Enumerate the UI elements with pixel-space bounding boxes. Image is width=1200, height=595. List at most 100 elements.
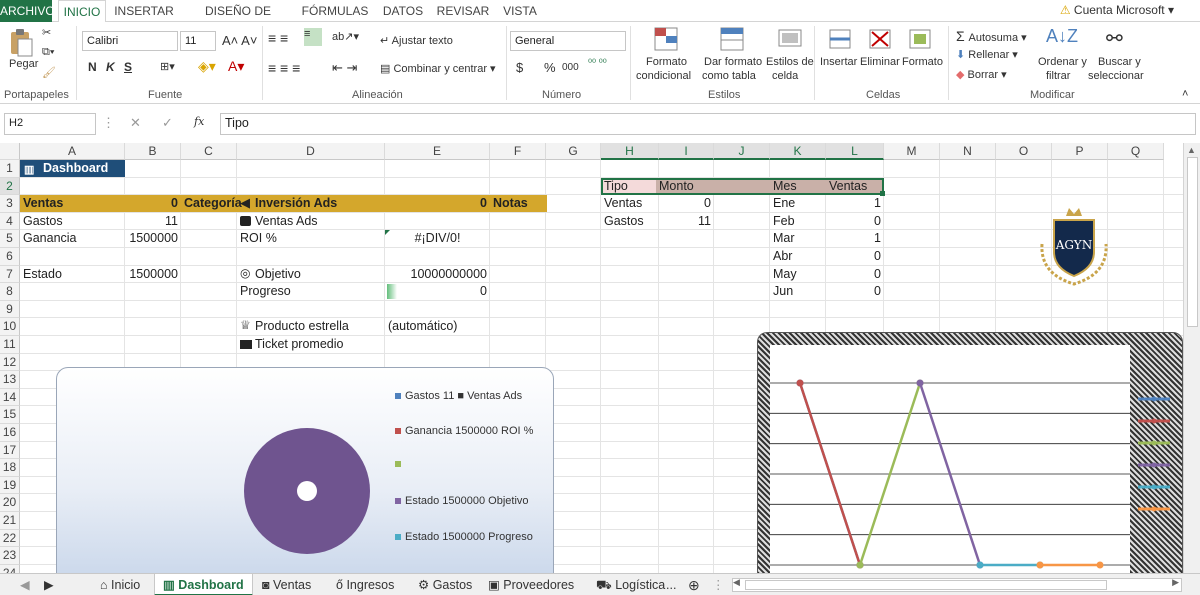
sort-filter-icon[interactable]: A↓Z: [1046, 26, 1078, 47]
pie-legend-item[interactable]: Estado 1500000 Progreso: [395, 531, 533, 543]
series-point[interactable]: [1096, 561, 1104, 569]
cell-styles-line2[interactable]: celda: [772, 70, 798, 82]
inversion-label[interactable]: Inversión Ads: [252, 195, 372, 212]
cell-styles-line1[interactable]: Estilos de: [766, 56, 814, 68]
align-bottom-icon[interactable]: ≡: [304, 28, 322, 46]
roi-value[interactable]: #¡DIV/0!: [385, 230, 490, 247]
cancel-icon[interactable]: ✕: [130, 115, 141, 131]
dashboard-title[interactable]: Dashboard: [21, 160, 125, 177]
progreso-label[interactable]: Progreso: [237, 283, 377, 300]
insert-function-icon[interactable]: fx: [194, 115, 204, 128]
ventas-cell[interactable]: 0: [826, 213, 884, 230]
tab-insertar[interactable]: INSERTAR: [112, 0, 176, 22]
sort-line2[interactable]: filtrar: [1046, 70, 1070, 82]
column-header[interactable]: O: [996, 143, 1052, 160]
line-chart[interactable]: [757, 332, 1183, 573]
mes-cell[interactable]: Abr: [770, 248, 826, 265]
ventas-cell[interactable]: 0: [826, 266, 884, 283]
pie-legend-item[interactable]: Ganancia 1500000 ROI %: [395, 425, 533, 437]
column-header[interactable]: F: [490, 143, 546, 160]
ventas-cell[interactable]: 1: [826, 195, 884, 212]
font-name-select[interactable]: Calibri: [82, 31, 178, 51]
series-point[interactable]: [916, 379, 924, 387]
column-header[interactable]: G: [546, 143, 601, 160]
ventas-header[interactable]: Ventas: [826, 178, 884, 195]
ventas-ads-label[interactable]: Ventas Ads: [252, 213, 382, 230]
row-header[interactable]: 1: [0, 160, 20, 178]
column-header[interactable]: L: [826, 143, 884, 160]
fill-color-icon[interactable]: ◈▾: [198, 58, 216, 75]
tipo-cell[interactable]: Ventas: [601, 195, 656, 212]
objetivo-value[interactable]: 10000000000: [385, 266, 490, 283]
worksheet[interactable]: A B C D E F G H I J K L M N O P Q 1 2 3 4 5 6 7 8 9 10 11 12 13 14 15 16…: [0, 143, 1183, 573]
series-point[interactable]: [856, 561, 864, 569]
gastos-value[interactable]: 11: [100, 213, 181, 230]
ventas-value[interactable]: 0: [100, 195, 181, 212]
row-header[interactable]: 10: [0, 318, 20, 336]
tab-revisar[interactable]: REVISAR: [434, 0, 492, 22]
column-header[interactable]: K: [770, 143, 826, 160]
indent-icon[interactable]: ⇤ ⇥: [332, 60, 357, 76]
column-header[interactable]: H: [601, 143, 659, 160]
sheet-tab-gastos[interactable]: ⚙ Gastos: [414, 574, 476, 595]
confirm-icon[interactable]: ✓: [162, 115, 173, 131]
notas-label[interactable]: Notas: [490, 195, 547, 212]
row-header[interactable]: 2: [0, 177, 20, 196]
mes-cell[interactable]: Feb: [770, 213, 826, 230]
more-sheets[interactable]: ...: [666, 574, 676, 595]
find-line2[interactable]: seleccionar: [1088, 70, 1144, 82]
thousands-button[interactable]: 000: [562, 62, 579, 73]
percent-button[interactable]: %: [544, 60, 556, 75]
sort-line1[interactable]: Ordenar y: [1038, 56, 1087, 68]
tab-diseno-pagina[interactable]: DISEÑO DE PÁGINA: [184, 0, 292, 40]
column-header[interactable]: J: [714, 143, 770, 160]
bold-button[interactable]: N: [88, 60, 97, 74]
row-header[interactable]: 14: [0, 388, 20, 407]
hscroll-thumb[interactable]: [745, 580, 1107, 590]
ganancia-label[interactable]: Ganancia: [20, 230, 100, 247]
decimal-icon[interactable]: ⁰⁰ ⁰⁰: [588, 58, 607, 69]
horizontal-scrollbar[interactable]: ◀ ▶: [732, 577, 1182, 592]
orientation-icon[interactable]: ab↗▾: [332, 30, 359, 43]
row-header[interactable]: 9: [0, 300, 20, 319]
ventas-cell[interactable]: 0: [826, 283, 884, 300]
row-header[interactable]: 5: [0, 230, 20, 248]
clear-button[interactable]: ◆ Borrar ▾: [956, 68, 1007, 81]
estado-label[interactable]: Estado: [20, 266, 100, 283]
ventas-cell[interactable]: 0: [826, 248, 884, 265]
sheet-tab-logistica[interactable]: ⛟ Logística: [592, 574, 669, 595]
copy-icon[interactable]: ⧉▾: [42, 46, 54, 59]
format-table-line2[interactable]: como tabla: [702, 70, 756, 82]
ventas-label[interactable]: Ventas: [20, 195, 100, 212]
pie-legend-item[interactable]: Gastos 11 ■ Ventas Ads: [395, 390, 522, 402]
name-box[interactable]: H2: [4, 113, 96, 135]
tab-datos[interactable]: DATOS: [378, 0, 428, 22]
row-header[interactable]: 4: [0, 212, 20, 231]
row-header[interactable]: 19: [0, 476, 20, 495]
objetivo-label[interactable]: Objetivo: [252, 266, 382, 283]
line-chart-svg[interactable]: [758, 333, 1183, 573]
pie-legend-item[interactable]: [395, 458, 405, 470]
paste-icon[interactable]: [8, 28, 34, 58]
series-point[interactable]: [1036, 561, 1044, 569]
series-point[interactable]: [796, 379, 804, 387]
paste-label[interactable]: Pegar: [9, 58, 38, 70]
cond-format-line2[interactable]: condicional: [636, 70, 691, 82]
estado-value[interactable]: 1500000: [100, 266, 181, 283]
sheet-tab-ingresos[interactable]: ő Ingresos: [332, 574, 398, 595]
tipo-cell[interactable]: Gastos: [601, 213, 656, 230]
format-table-icon[interactable]: [718, 26, 746, 52]
delete-cells-icon[interactable]: [866, 26, 894, 52]
mes-header[interactable]: Mes: [770, 178, 826, 195]
row-header[interactable]: 16: [0, 424, 20, 442]
format-painter-icon[interactable]: 🖌: [42, 66, 56, 79]
number-format-select[interactable]: General: [510, 31, 626, 51]
sheet-tab-proveedores[interactable]: ▣ Proveedores: [484, 574, 578, 595]
scroll-thumb[interactable]: [1187, 157, 1198, 327]
mes-cell[interactable]: Ene: [770, 195, 826, 212]
fill-button[interactable]: ⬇ Rellenar ▾: [956, 48, 1018, 61]
wrap-text-button[interactable]: ↵ Ajustar texto: [380, 34, 453, 47]
cut-icon[interactable]: ✂: [42, 26, 51, 39]
fill-handle[interactable]: [880, 191, 885, 197]
monto-cell[interactable]: 0: [659, 195, 714, 212]
